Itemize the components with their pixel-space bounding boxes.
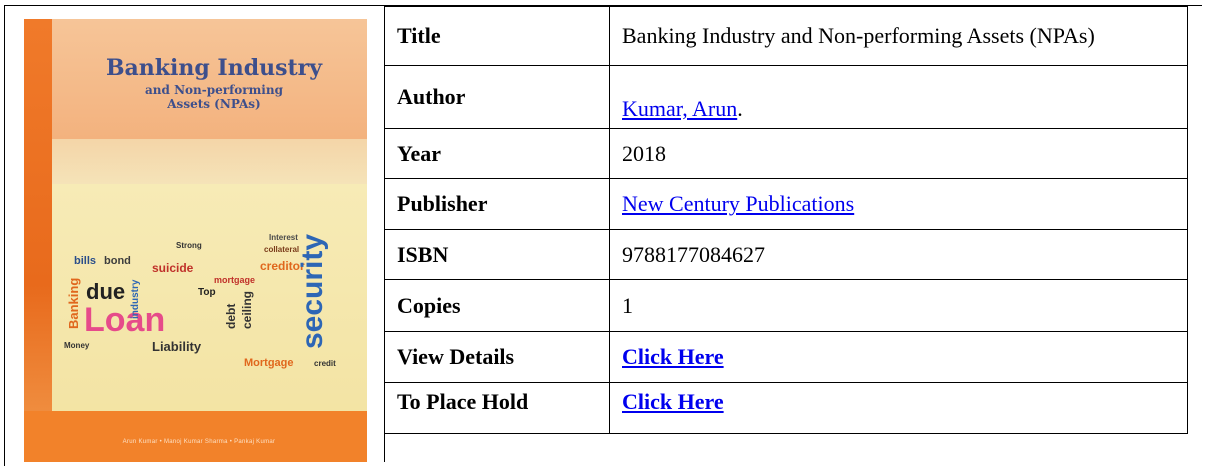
place-hold-row: To Place Hold Click Here (384, 382, 1188, 434)
publisher-value: New Century Publications (609, 178, 1188, 230)
author-link[interactable]: Kumar, Arun (622, 96, 737, 121)
publisher-link[interactable]: New Century Publications (622, 191, 854, 216)
title-label: Title (384, 6, 610, 66)
copies-row: Copies 1 (384, 279, 1188, 332)
isbn-label: ISBN (384, 229, 610, 280)
year-row: Year 2018 (384, 128, 1188, 179)
book-record: Banking Industry and Non-performing Asse… (4, 5, 1202, 466)
year-label: Year (384, 128, 610, 179)
publisher-row: Publisher New Century Publications (384, 178, 1188, 230)
book-cover-image: Banking Industry and Non-performing Asse… (24, 19, 367, 462)
isbn-row: ISBN 9788177084627 (384, 229, 1188, 280)
view-details-label: View Details (384, 331, 610, 383)
author-row: Author Kumar, Arun. (384, 65, 1188, 129)
cover-word-cloud: Interest collateral bills bond suicide c… (64, 233, 336, 369)
author-value: Kumar, Arun. (609, 65, 1188, 129)
place-hold-label: To Place Hold (384, 382, 610, 434)
copies-label: Copies (384, 279, 610, 332)
view-details-row: View Details Click Here (384, 331, 1188, 383)
copies-value: 1 (609, 279, 1188, 332)
cover-title: Banking Industry (105, 55, 323, 81)
place-hold-value: Click Here (609, 382, 1188, 434)
publisher-label: Publisher (384, 178, 610, 230)
place-hold-link[interactable]: Click Here (622, 389, 724, 414)
cover-subtitle: and Non-performing Assets (NPAs) (145, 83, 283, 111)
isbn-value: 9788177084627 (609, 229, 1188, 280)
year-value: 2018 (609, 128, 1188, 179)
title-row: Title Banking Industry and Non-performin… (384, 6, 1188, 66)
view-details-value: Click Here (609, 331, 1188, 383)
author-label: Author (384, 65, 610, 129)
details-table: Title Banking Industry and Non-performin… (384, 6, 1188, 434)
cover-authors: Arun Kumar • Manoj Kumar Sharma • Pankaj… (122, 439, 276, 445)
cover-cell: Banking Industry and Non-performing Asse… (5, 6, 385, 462)
title-value: Banking Industry and Non-performing Asse… (609, 6, 1188, 66)
view-details-link[interactable]: Click Here (622, 344, 724, 369)
